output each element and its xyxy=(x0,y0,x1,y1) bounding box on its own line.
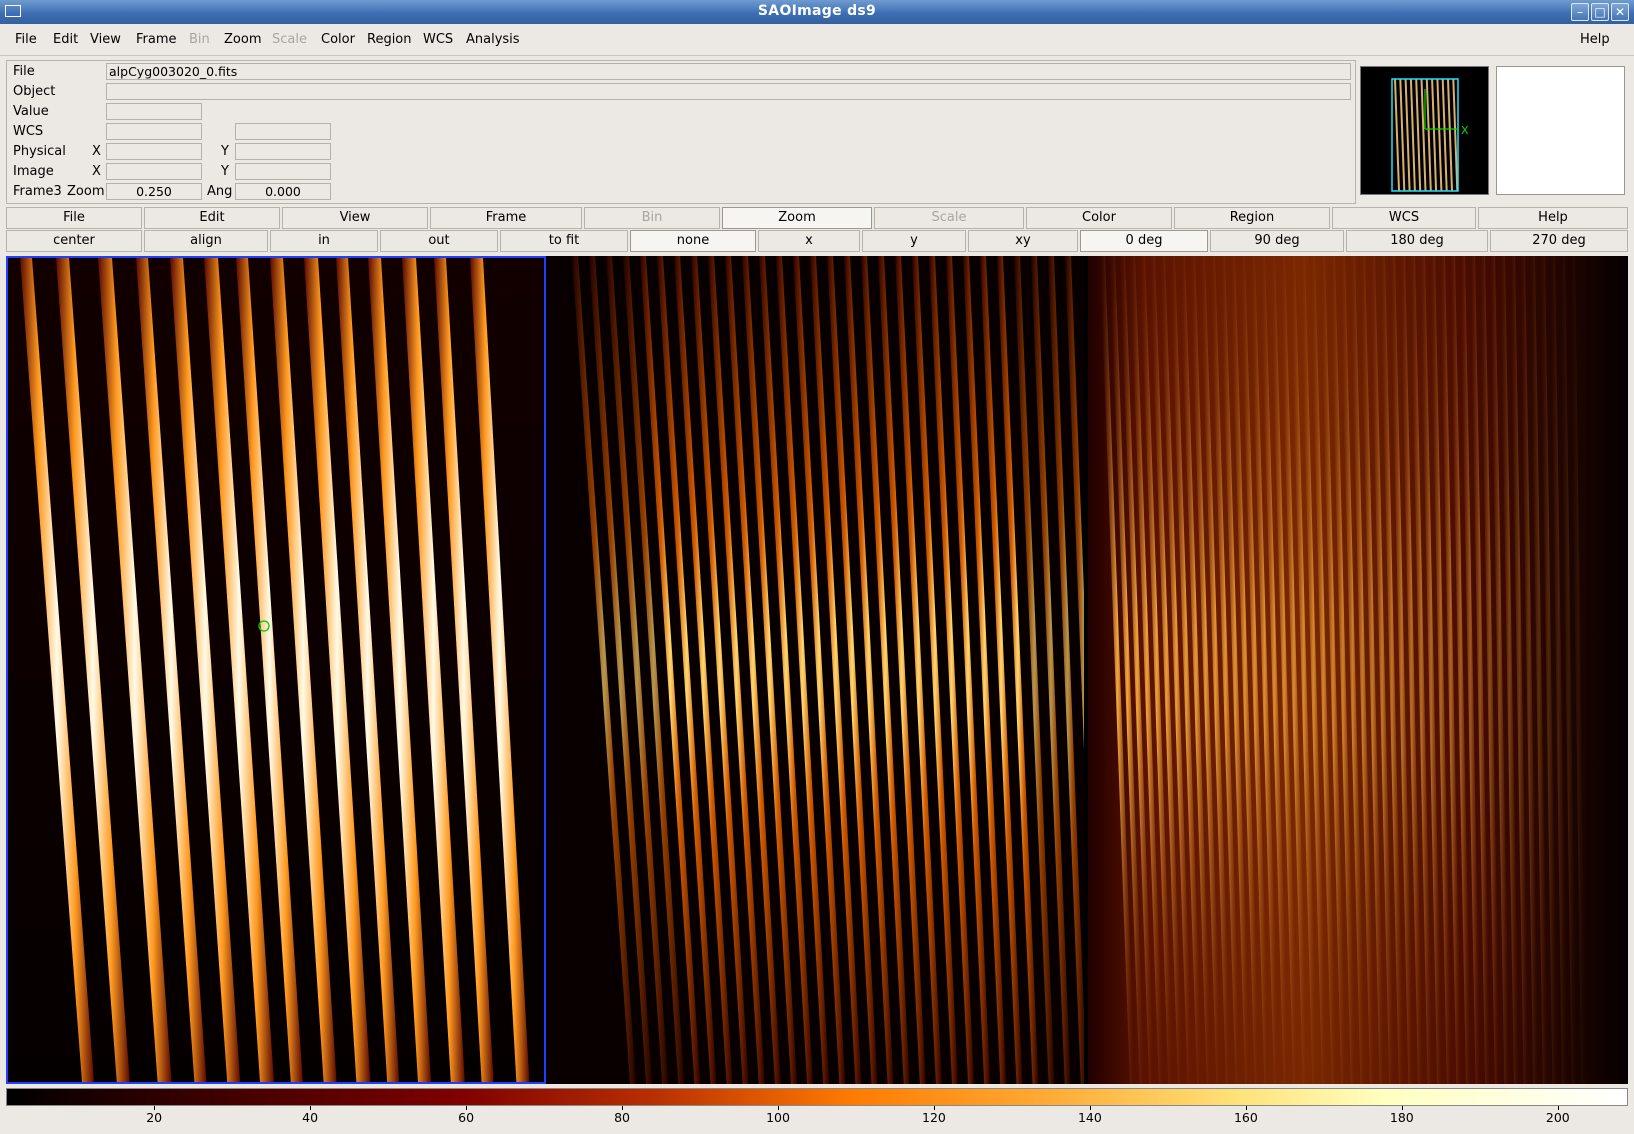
image-x-field xyxy=(106,163,202,180)
menu-view[interactable]: View xyxy=(90,32,121,47)
object-field xyxy=(106,83,1351,100)
button-region[interactable]: Region xyxy=(1174,207,1330,229)
colorbar-tick-label: 140 xyxy=(1077,1110,1102,1125)
frame-3[interactable] xyxy=(1088,256,1628,1084)
object-label: Object xyxy=(13,84,56,99)
colorbar-tick-label: 40 xyxy=(302,1110,319,1125)
file-name-field: alpCyg003020_0.fits xyxy=(106,63,1351,80)
close-icon[interactable]: ✕ xyxy=(1611,3,1629,21)
angle-label: Ang xyxy=(207,184,233,199)
frame-2[interactable] xyxy=(548,256,1084,1084)
button-bar-zoom: center align in out to fit none x y xy 0… xyxy=(6,230,1628,252)
frame-3-image[interactable] xyxy=(1088,256,1628,1084)
button-scale: Scale xyxy=(874,207,1024,229)
minimize-icon[interactable]: – xyxy=(1571,3,1589,21)
colorbar-tick-label: 80 xyxy=(614,1110,630,1125)
button-edit[interactable]: Edit xyxy=(144,207,280,229)
button-zoom[interactable]: Zoom xyxy=(722,207,872,229)
colorbar[interactable] xyxy=(6,1088,1628,1106)
button-bar-main: File Edit View Frame Bin Zoom Scale Colo… xyxy=(6,207,1628,229)
image-display[interactable] xyxy=(6,256,1628,1084)
window-title: SAOImage ds9 xyxy=(757,3,877,19)
physical-y-label: Y xyxy=(221,144,229,159)
value-field xyxy=(106,103,202,120)
button-file[interactable]: File xyxy=(6,207,142,229)
button-rotate-90[interactable]: 90 deg xyxy=(1210,230,1344,252)
menu-bar: File Edit View Frame Bin Zoom Scale Colo… xyxy=(0,24,1634,56)
button-orient-none[interactable]: none xyxy=(630,230,756,252)
button-color[interactable]: Color xyxy=(1026,207,1172,229)
button-rotate-270[interactable]: 270 deg xyxy=(1490,230,1628,252)
physical-y-field xyxy=(235,143,331,160)
menu-frame[interactable]: Frame xyxy=(136,32,177,47)
button-zoom-to-fit[interactable]: to fit xyxy=(500,230,628,252)
frame-1-current[interactable] xyxy=(6,256,546,1084)
physical-label: Physical xyxy=(13,144,66,159)
menu-wcs[interactable]: WCS xyxy=(423,32,453,47)
button-zoom-align[interactable]: align xyxy=(144,230,268,252)
zoom-label: Zoom xyxy=(67,184,105,199)
colorbar-tick-label: 160 xyxy=(1233,1110,1258,1125)
button-help[interactable]: Help xyxy=(1478,207,1628,229)
physical-x-field xyxy=(106,143,202,160)
colorbar-tick-label: 200 xyxy=(1545,1110,1570,1125)
image-label: Image xyxy=(13,164,54,179)
wcs-field-2 xyxy=(235,123,331,140)
button-bin: Bin xyxy=(584,207,720,229)
button-zoom-out[interactable]: out xyxy=(380,230,498,252)
button-orient-y[interactable]: y xyxy=(862,230,966,252)
button-view[interactable]: View xyxy=(282,207,428,229)
button-zoom-in[interactable]: in xyxy=(270,230,378,252)
image-y-label: Y xyxy=(221,164,229,179)
menu-zoom[interactable]: Zoom xyxy=(224,32,261,47)
colorbar-tick-label: 120 xyxy=(922,1110,946,1125)
menu-edit[interactable]: Edit xyxy=(53,32,78,47)
wcs-label: WCS xyxy=(13,124,44,139)
menu-help[interactable]: Help xyxy=(1580,32,1610,47)
physical-x-label: X xyxy=(92,144,101,159)
button-wcs[interactable]: WCS xyxy=(1332,207,1476,229)
panner-thumbnail[interactable]: X xyxy=(1361,67,1489,195)
wcs-field-1 xyxy=(106,123,202,140)
maximize-icon[interactable]: □ xyxy=(1591,3,1609,21)
menu-bin: Bin xyxy=(189,32,210,47)
compass-x-label: X xyxy=(1461,124,1469,137)
value-label: Value xyxy=(13,104,49,119)
colorbar-tick-label: 100 xyxy=(766,1110,790,1125)
panner[interactable]: X xyxy=(1360,66,1489,195)
button-zoom-center[interactable]: center xyxy=(6,230,142,252)
colorbar-tick-label: 60 xyxy=(458,1110,475,1125)
frame-1-image[interactable] xyxy=(8,258,544,1082)
button-rotate-0[interactable]: 0 deg xyxy=(1080,230,1208,252)
colorbar-tick-label: 180 xyxy=(1389,1110,1414,1125)
menu-file[interactable]: File xyxy=(15,32,37,47)
button-orient-xy[interactable]: xy xyxy=(968,230,1078,252)
frame-label: Frame3 xyxy=(13,184,62,199)
info-panel: File alpCyg003020_0.fits Object Value WC… xyxy=(6,60,1356,204)
menu-analysis[interactable]: Analysis xyxy=(466,32,520,47)
colorbar-tick-label: 20 xyxy=(146,1110,163,1125)
image-y-field xyxy=(235,163,331,180)
button-orient-x[interactable]: x xyxy=(758,230,860,252)
zoom-value-field: 0.250 xyxy=(106,183,202,200)
image-x-label: X xyxy=(92,164,101,179)
menu-scale: Scale xyxy=(272,32,307,47)
title-bar: SAOImage ds9 – □ ✕ xyxy=(0,0,1634,24)
magnifier xyxy=(1496,66,1625,195)
file-label: File xyxy=(13,64,35,79)
frame-2-image[interactable] xyxy=(548,256,1084,1084)
button-frame[interactable]: Frame xyxy=(430,207,582,229)
angle-value-field: 0.000 xyxy=(235,183,331,200)
menu-region[interactable]: Region xyxy=(367,32,412,47)
button-rotate-180[interactable]: 180 deg xyxy=(1346,230,1488,252)
menu-color[interactable]: Color xyxy=(321,32,355,47)
